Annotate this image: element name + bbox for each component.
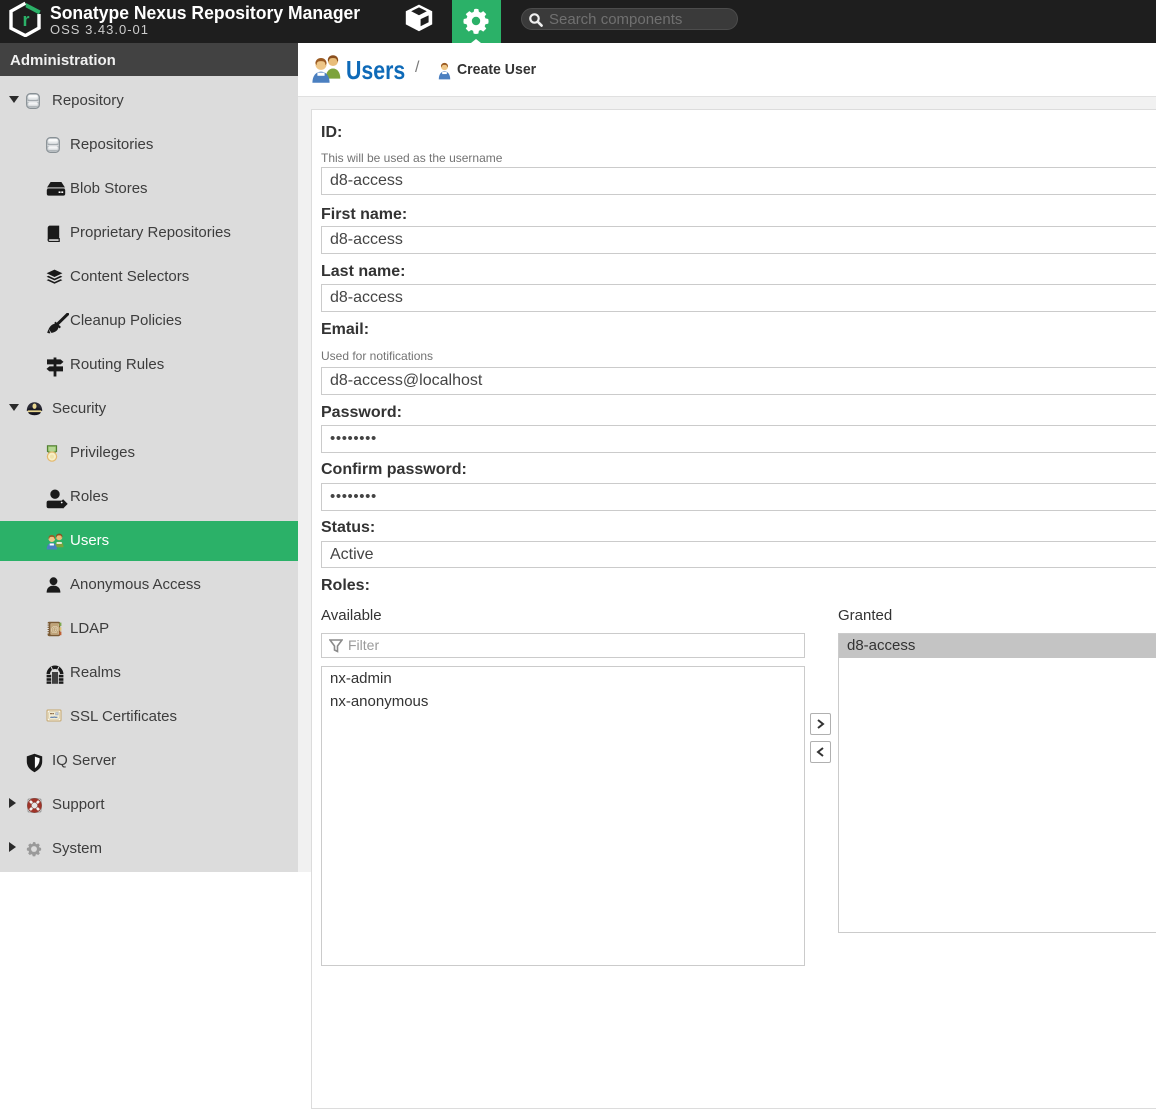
svg-text:r: r — [22, 10, 29, 30]
svg-text:@: @ — [51, 625, 59, 634]
